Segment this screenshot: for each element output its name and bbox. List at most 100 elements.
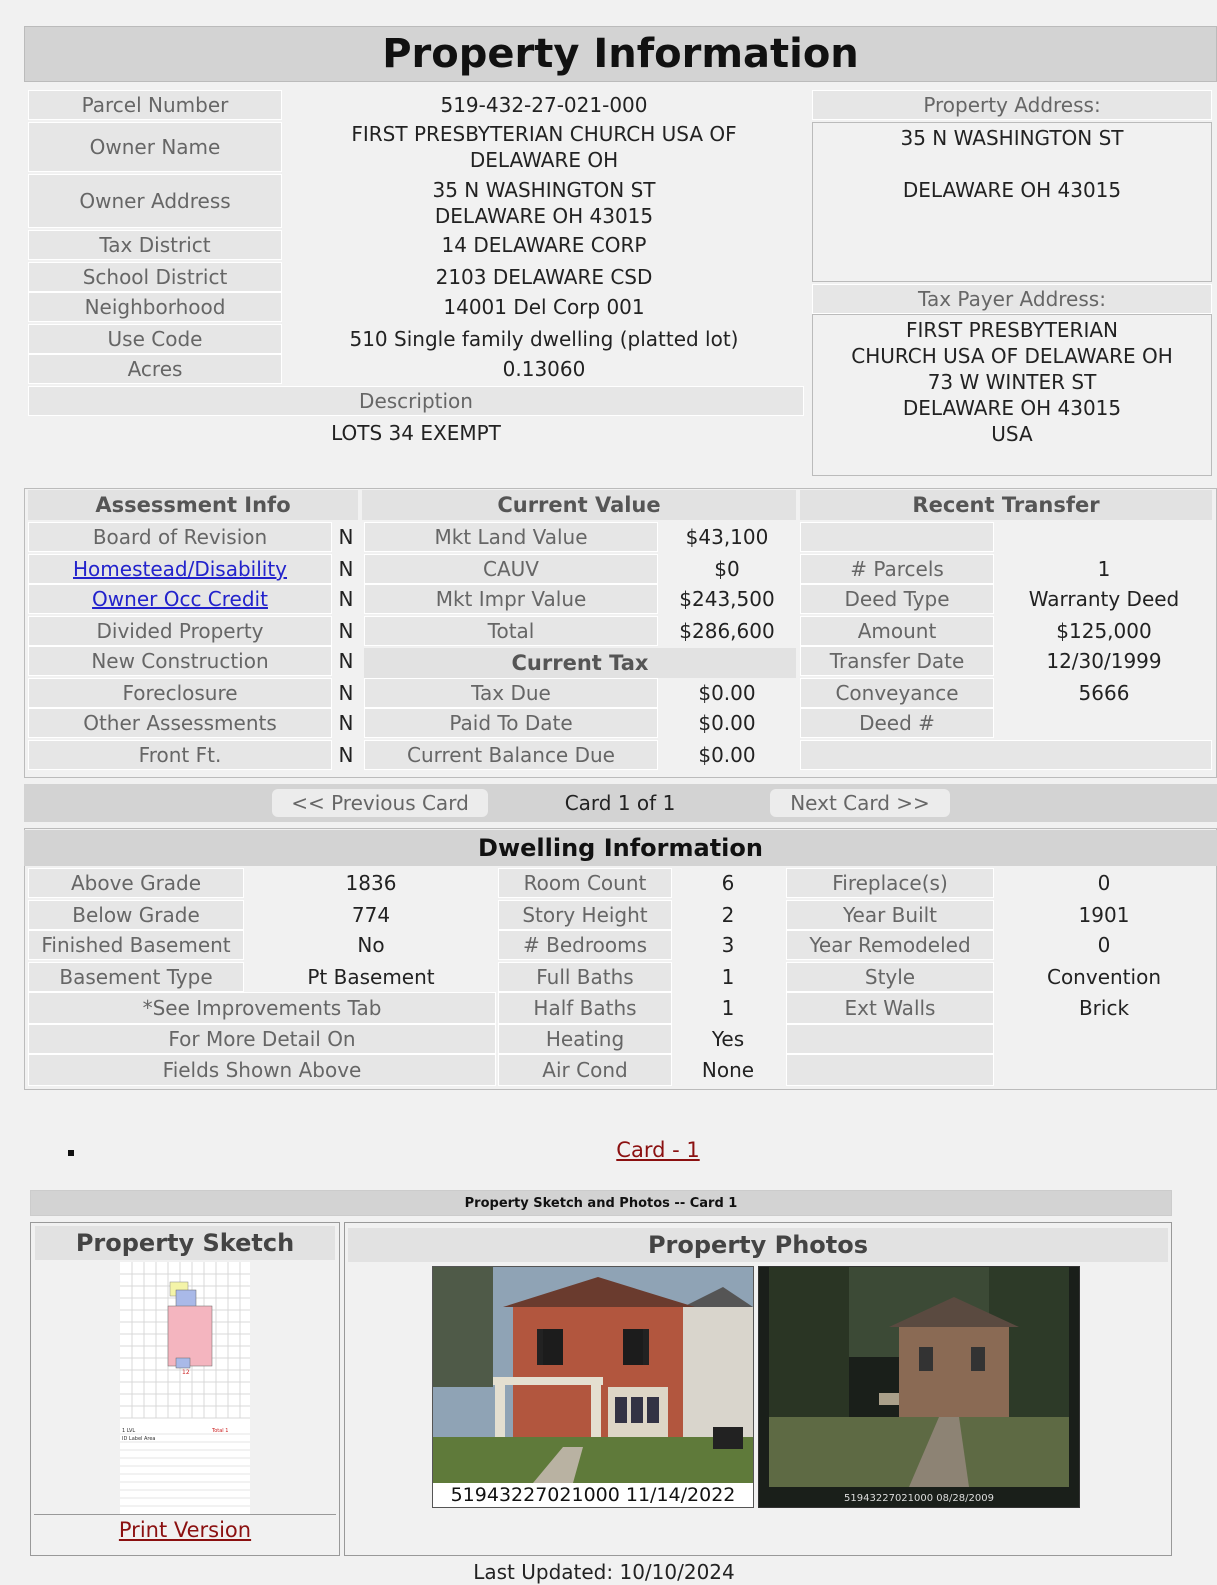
basement-type-label: Basement Type [28,962,244,992]
parcel-number-value: 519-432-27-021-000 [440,93,648,117]
conveyance-label: Conveyance [800,678,994,708]
cauv-label: CAUV [364,554,658,584]
description-value: LOTS 34 EXEMPT [331,421,501,445]
property-address-line1: 35 N WASHINGTON ST [900,126,1124,150]
divided-property-label: Divided Property [28,616,332,646]
deed-type-label: Deed Type [800,584,994,614]
front-ft-value: N [338,743,354,767]
below-grade-value: 774 [351,903,391,927]
owner-address-value: 35 N WASHINGTON ST DELAWARE OH 43015 [284,176,804,230]
school-district-label: School District [28,262,282,292]
paid-to-date-value: $0.00 [698,711,756,735]
current-balance-due-label: Current Balance Due [364,740,658,770]
current-tax-header: Current Tax [364,648,796,678]
current-balance-due-value: $0.00 [698,743,756,767]
basement-type-value: Pt Basement [307,965,435,989]
deed-number-label: Deed # [800,708,994,738]
photo-1-caption: 51943227021000 11/14/2022 [433,1483,753,1507]
card-status: Card 1 of 1 [564,791,676,815]
tax-due-label: Tax Due [364,678,658,708]
deed-type-value: Warranty Deed [1028,587,1180,611]
new-construction-label: New Construction [28,646,332,676]
property-photo-2[interactable]: 51943227021000 08/28/2009 [758,1266,1080,1508]
total-value: $286,600 [679,619,775,643]
svg-text:1 LVL: 1 LVL [122,1428,135,1434]
property-photo-1[interactable]: 51943227021000 11/14/2022 [432,1266,754,1508]
tax-payer-address-box: FIRST PRESBYTERIAN CHURCH USA OF DELAWAR… [812,314,1212,476]
paid-to-date-label: Paid To Date [364,708,658,738]
tax-payer-line1: FIRST PRESBYTERIAN [906,318,1118,342]
board-of-revision-value: N [338,525,354,549]
finished-basement-label: Finished Basement [28,930,244,960]
tax-district-label: Tax District [28,230,282,260]
amount-value: $125,000 [1056,619,1152,643]
owner-name-label: Owner Name [28,122,282,172]
amount-label: Amount [800,616,994,646]
deed-number-value [996,708,1212,738]
owner-name-line2: DELAWARE OH [469,148,619,172]
owner-occ-credit-link[interactable]: Owner Occ Credit [92,587,268,611]
card-1-link[interactable]: Card - 1 [560,1138,756,1168]
tax-due-value: $0.00 [698,681,756,705]
heating-label: Heating [498,1024,672,1054]
room-count-label: Room Count [498,868,672,898]
owner-occ-credit-label: Owner Occ Credit [28,584,332,614]
bedrooms-value: 3 [721,933,735,957]
svg-text:Total 1: Total 1 [211,1428,228,1434]
svg-text:12: 12 [182,1369,190,1376]
other-assessments-label: Other Assessments [28,708,332,738]
next-card-button[interactable]: Next Card >> [770,789,950,817]
mkt-land-value-label: Mkt Land Value [364,522,658,552]
year-remodeled-label: Year Remodeled [786,930,994,960]
foreclosure-value: N [338,681,354,705]
tax-payer-line5: USA [991,422,1033,446]
use-code-label: Use Code [28,324,282,354]
mkt-land-value: $43,100 [685,525,769,549]
owner-name-value: FIRST PRESBYTERIAN CHURCH USA OF DELAWAR… [284,120,804,174]
ext-walls-value: Brick [1078,996,1130,1020]
use-code-value: 510 Single family dwelling (platted lot) [349,327,739,351]
acres-label: Acres [28,354,282,384]
previous-card-button[interactable]: << Previous Card [272,789,488,817]
property-sketch-image[interactable]: 12 1 LVL Total 1 ID Label Area [120,1262,250,1514]
transfer-blank-label [800,522,994,552]
homestead-disability-link[interactable]: Homestead/Disability [73,557,287,581]
finished-basement-value: No [357,933,385,957]
improvements-note-2: For More Detail On [28,1024,496,1054]
half-baths-label: Half Baths [498,992,672,1024]
photo-1-image [433,1267,753,1483]
heating-value: Yes [711,1027,745,1051]
transfer-date-label: Transfer Date [800,646,994,676]
mkt-impr-value-label: Mkt Impr Value [364,584,658,614]
print-version-cell [34,1514,336,1515]
half-baths-value: 1 [721,996,735,1020]
owner-name-line1: FIRST PRESBYTERIAN CHURCH USA OF [351,122,737,146]
total-label: Total [364,616,658,646]
tax-payer-line2: CHURCH USA OF DELAWARE OH [851,344,1173,368]
neighborhood-value: 14001 Del Corp 001 [443,295,645,319]
conveyance-value: 5666 [1078,681,1130,705]
bedrooms-label: # Bedrooms [498,930,672,960]
room-count-value: 6 [721,871,735,895]
ext-walls-label: Ext Walls [786,992,994,1024]
property-address-label: Property Address: [812,90,1212,120]
owner-address-line1: 35 N WASHINGTON ST [432,178,656,202]
dwelling-info-header: Dwelling Information [24,830,1217,866]
full-baths-label: Full Baths [498,962,672,992]
year-built-label: Year Built [786,900,994,930]
acres-value: 0.13060 [502,357,586,381]
photo-2-caption: 51943227021000 08/28/2009 [844,1493,994,1504]
recent-transfer-header: Recent Transfer [800,490,1212,520]
transfer-date-value: 12/30/1999 [1046,649,1162,673]
property-photos-header: Property Photos [348,1228,1168,1262]
current-value-header: Current Value [362,490,796,520]
assessment-info-header: Assessment Info [28,490,358,520]
school-district-value: 2103 DELAWARE CSD [435,265,653,289]
year-built-value: 1901 [1078,903,1130,927]
fireplaces-value: 0 [1097,871,1111,895]
new-construction-value: N [338,649,354,673]
print-version-link[interactable]: Print Version [34,1518,336,1548]
parcels-count-value: 1 [1097,557,1111,581]
air-cond-value: None [701,1058,755,1082]
above-grade-value: 1836 [345,871,397,895]
